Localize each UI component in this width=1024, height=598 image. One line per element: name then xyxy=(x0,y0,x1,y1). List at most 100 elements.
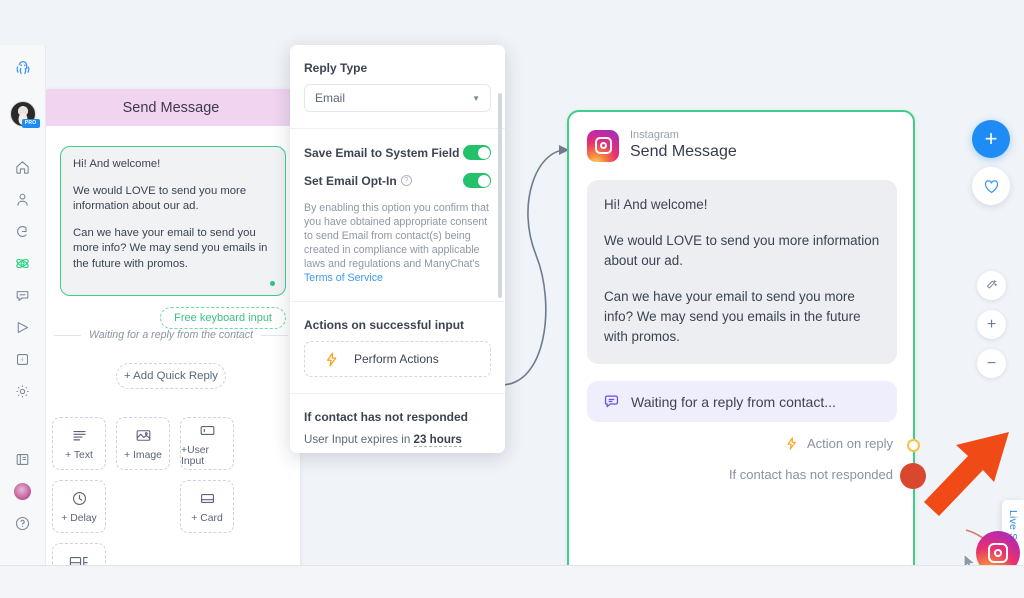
expire-value[interactable]: 23 hours xyxy=(413,433,462,447)
lightning-bolt-icon xyxy=(326,351,337,367)
sidebar-item-account-avatar[interactable] xyxy=(0,475,46,507)
opt-in-label-wrap: Set Email Opt-In ? xyxy=(304,174,412,188)
contacts-icon xyxy=(17,193,28,206)
save-email-row: Save Email to System Field xyxy=(304,145,491,160)
add-text-tile[interactable]: + Text xyxy=(52,417,106,470)
action-on-reply-label[interactable]: Action on reply xyxy=(807,436,893,451)
not-responded-label: If contact has not responded xyxy=(304,410,469,424)
waiting-for-reply-chip[interactable]: Waiting for a reply from contact... xyxy=(587,381,897,422)
page-footer xyxy=(0,565,1024,598)
sidebar-item-automation[interactable] xyxy=(0,247,46,279)
text-lines-icon xyxy=(72,430,86,441)
help-icon xyxy=(15,516,30,530)
free-keyboard-input-chip[interactable]: Free keyboard input xyxy=(160,307,286,329)
left-message-paragraph: We would LOVE to send you more informati… xyxy=(73,184,247,213)
action-on-reply-row: Action on reply xyxy=(569,436,920,452)
add-quick-reply-button[interactable]: + Add Quick Reply xyxy=(116,363,226,389)
add-user-input-tile[interactable]: +User Input xyxy=(180,417,234,470)
right-card-title: Send Message xyxy=(630,143,737,160)
right-message-bubble[interactable]: Hi! And welcome! We would LOVE to send y… xyxy=(587,180,897,364)
sidebar-item-help[interactable] xyxy=(0,507,46,539)
save-email-label: Save Email to System Field xyxy=(304,145,460,160)
opt-in-label: Set Email Opt-In xyxy=(304,173,397,188)
tile-label: + Delay xyxy=(61,513,97,524)
add-card-tile[interactable]: + Card xyxy=(180,480,234,533)
growth-tools-icon xyxy=(17,353,28,365)
chevron-down-icon: ▼ xyxy=(472,93,480,103)
expire-prefix: User Input expires in xyxy=(304,433,414,446)
info-icon[interactable]: ? xyxy=(400,175,412,186)
divider-line xyxy=(54,334,81,336)
user-input-settings-popover[interactable]: Reply Type Email ▼ Save Email to System … xyxy=(290,45,505,453)
reply-type-label: Reply Type xyxy=(304,61,368,75)
sidebar-item-chat[interactable] xyxy=(0,279,46,311)
email-options-section: Save Email to System Field Set Email Opt… xyxy=(290,128,505,301)
magic-wand-icon xyxy=(986,280,997,289)
right-message-paragraph: Hi! And welcome! xyxy=(604,197,708,212)
sidebar-item-settings[interactable] xyxy=(0,375,46,407)
not-responded-section: If contact has not responded User Input … xyxy=(290,393,505,453)
tile-label: + Text xyxy=(65,450,93,461)
right-flow-card[interactable]: Instagram Send Message Hi! And welcome! … xyxy=(567,110,926,565)
left-flow-card[interactable]: Send Message Hi! And welcome! We would L… xyxy=(46,89,300,565)
zoom-in-button[interactable]: + xyxy=(977,310,1006,339)
sidebar-item-home[interactable] xyxy=(0,151,46,183)
auto-layout-button[interactable] xyxy=(977,271,1006,300)
templates-icon xyxy=(16,453,29,465)
waiting-chip-label: Waiting for a reply from contact... xyxy=(631,393,836,410)
channel-label: Instagram xyxy=(630,129,679,141)
left-message-paragraph: Hi! And welcome! xyxy=(73,158,161,170)
popover-scrollbar[interactable] xyxy=(498,93,502,298)
tile-label: + Card xyxy=(191,513,223,524)
add-gallery-tile[interactable]: + Gallery xyxy=(52,543,106,565)
home-icon xyxy=(16,160,29,174)
sidebar-item-contacts[interactable] xyxy=(0,183,46,215)
user-input-icon xyxy=(200,425,214,435)
save-email-toggle[interactable] xyxy=(463,145,491,160)
pro-badge: PRO xyxy=(21,119,40,128)
action-on-reply-port[interactable] xyxy=(907,439,920,452)
terms-of-service-link[interactable]: Terms of Service xyxy=(304,272,383,284)
instagram-glyph xyxy=(988,543,1008,563)
reply-type-section: Reply Type Email ▼ xyxy=(290,45,505,128)
flow-canvas[interactable]: Send Message Hi! And welcome! We would L… xyxy=(46,45,1024,565)
sidebar-item-broadcast[interactable] xyxy=(0,311,46,343)
add-block-tiles: + Text + Image +User Input + Delay + Car… xyxy=(52,417,290,565)
left-sidebar: PRO xyxy=(0,45,46,565)
live-chat-icon xyxy=(17,225,27,237)
reply-type-value: Email xyxy=(315,91,346,105)
sidebar-item-live-chat[interactable] xyxy=(0,215,46,247)
add-step-button[interactable]: + xyxy=(972,120,1010,158)
profile-avatar[interactable]: PRO xyxy=(0,91,46,137)
clock-icon xyxy=(72,492,86,505)
actions-label: Actions on successful input xyxy=(304,318,465,332)
manychat-octopus-logo[interactable] xyxy=(0,45,46,91)
favorites-button[interactable] xyxy=(972,167,1010,205)
perform-actions-button[interactable]: Perform Actions xyxy=(304,341,491,377)
heart-icon xyxy=(984,179,998,193)
reply-type-select[interactable]: Email ▼ xyxy=(304,84,491,112)
add-delay-tile[interactable]: + Delay xyxy=(52,480,106,533)
speech-bubble-icon xyxy=(604,395,619,408)
if-not-responded-port[interactable] xyxy=(900,463,926,489)
right-message-paragraph: Can we have your email to send you more … xyxy=(604,289,861,344)
if-not-responded-label[interactable]: If contact has not responded xyxy=(729,467,893,482)
gallery-icon xyxy=(69,557,88,565)
left-message-paragraph: Can we have your email to send you more … xyxy=(73,226,268,270)
left-message-bubble[interactable]: Hi! And welcome! We would LOVE to send y… xyxy=(60,146,286,296)
add-image-tile[interactable]: + Image xyxy=(116,417,170,470)
instagram-icon xyxy=(587,129,619,162)
tile-label: +User Input xyxy=(181,444,210,467)
bubble-status-dot xyxy=(270,281,275,286)
waiting-divider: Waiting for a reply from the contact xyxy=(54,329,288,341)
opt-in-toggle[interactable] xyxy=(463,173,491,188)
expire-row: User Input expires in 23 hours xyxy=(304,433,491,447)
zoom-out-button[interactable]: − xyxy=(977,349,1006,378)
app-root: PRO Send Message Hi! And welcome! We wou… xyxy=(0,0,1024,598)
sidebar-item-templates[interactable] xyxy=(0,443,46,475)
opt-in-row: Set Email Opt-In ? xyxy=(304,173,491,188)
right-message-paragraph: We would LOVE to send you more informati… xyxy=(604,233,880,268)
account-avatar-image xyxy=(14,482,31,500)
sidebar-item-growth-tools[interactable] xyxy=(0,343,46,375)
opt-in-description: By enabling this option you confirm that… xyxy=(304,201,491,285)
